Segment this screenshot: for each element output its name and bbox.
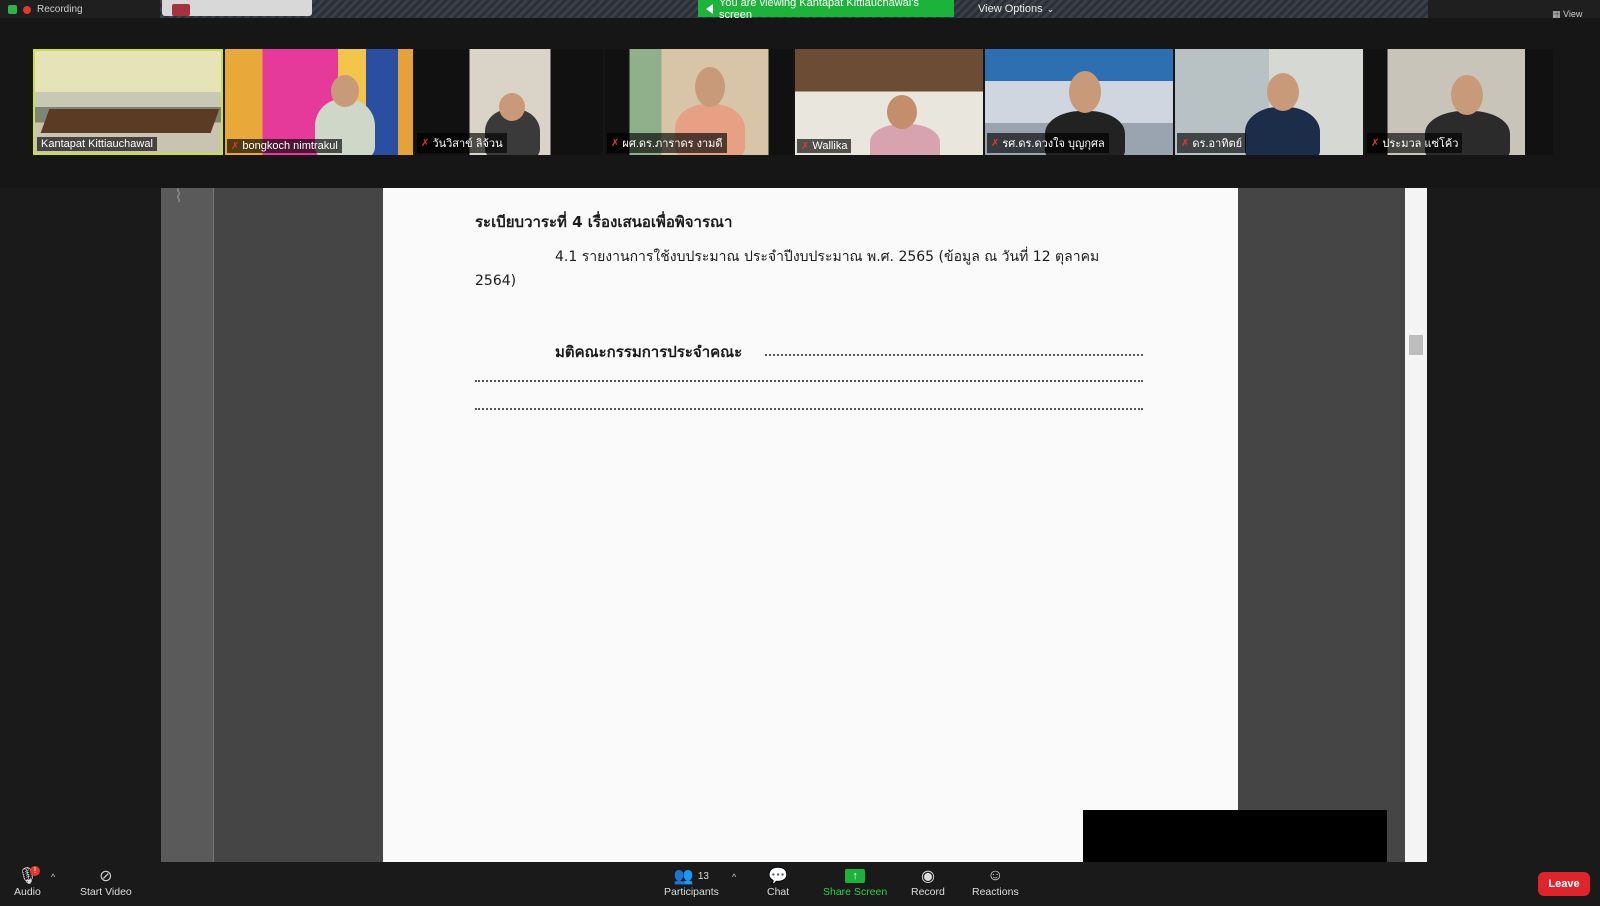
muted-mic-icon: ✗ xyxy=(231,140,240,152)
viewing-screen-banner: You are viewing Kantapat Kittiauchawal's… xyxy=(698,0,954,21)
recording-dot-icon xyxy=(23,5,31,14)
participant-name-label: Kantapat Kittiauchawal xyxy=(37,137,157,151)
participant-name-label: ✗ วันวิสาข์ ลิจ้วน xyxy=(417,133,507,153)
share-screen-label: Share Screen xyxy=(823,886,888,898)
muted-mic-icon: ✗ xyxy=(421,137,430,149)
share-screen-icon: ↑ xyxy=(845,866,866,886)
paperclip-icon[interactable]: ⌇ xyxy=(174,186,183,207)
participant-name-label: ✗ รศ.ดร.ดวงใจ บุญกุศล xyxy=(987,133,1109,153)
chat-button[interactable]: 💬 Chat xyxy=(767,866,789,898)
muted-mic-icon: ✗ xyxy=(991,137,1000,149)
audio-options-caret-icon[interactable]: ^ xyxy=(51,872,55,882)
participant-head xyxy=(695,67,725,107)
pdf-scrollbar-thumb[interactable] xyxy=(1409,335,1423,355)
participant-head xyxy=(887,95,917,129)
participant-name-label: ✗ ประมวล แซ่โค้ว xyxy=(1367,133,1463,153)
security-shield-icon xyxy=(8,5,17,14)
dotted-fill-line xyxy=(475,380,1143,382)
participants-label: Participants xyxy=(664,886,719,898)
participant-head xyxy=(1451,75,1483,115)
record-icon: ◉ xyxy=(920,868,935,885)
dotted-fill-line xyxy=(475,408,1143,410)
leave-button[interactable]: Leave xyxy=(1538,872,1590,896)
participants-options-caret-icon[interactable]: ^ xyxy=(732,872,736,882)
participant-name-label: ✗ bongkoch nimtrakul xyxy=(227,139,342,153)
muted-mic-icon: ✗ xyxy=(1181,137,1190,149)
record-button[interactable]: ◉ Record xyxy=(911,866,945,898)
participant-name-label: ✗ Wallika xyxy=(797,139,852,153)
resolution-label: มติคณะกรรมการประจำคณะ xyxy=(555,343,743,361)
pdf-app-icon xyxy=(172,4,190,16)
meeting-controls-toolbar: 🎙 Audio ! ^ ⊘ Start Video 👥 13 Participan… xyxy=(0,862,1600,906)
participant-head xyxy=(331,75,359,107)
meeting-top-bar: Recording You are viewing Kantapat Kitti… xyxy=(0,0,1600,21)
speaker-icon xyxy=(706,3,713,14)
video-tile-8[interactable]: ✗ ประมวล แซ่โค้ว xyxy=(1365,49,1553,155)
view-options-label: View Options xyxy=(978,3,1043,15)
start-video-button[interactable]: ⊘ Start Video xyxy=(80,866,132,898)
video-tile-4[interactable]: ✗ ผศ.ดร.ภาราดร งามดี xyxy=(605,49,793,155)
document-page: ระเบียบวาระที่ 4 เรื่องเสนอเพื่อพิจารณา … xyxy=(383,188,1238,862)
chat-bubble-icon: 💬 xyxy=(768,868,789,885)
dotted-fill-line xyxy=(765,354,1143,356)
participants-button[interactable]: 👥 13 Participants xyxy=(664,866,719,898)
participant-head xyxy=(499,93,525,121)
meeting-room-table xyxy=(40,109,220,133)
muted-mic-icon: ✗ xyxy=(611,137,620,149)
view-options-button[interactable]: View Options ⌄ xyxy=(978,3,1054,15)
video-tile-7[interactable]: ✗ ดร.อาทิตย์ xyxy=(1175,49,1363,155)
video-tile-5[interactable]: ✗ Wallika xyxy=(795,49,983,155)
participant-name-label: ✗ ผศ.ดร.ภาราดร งามดี xyxy=(607,133,727,153)
redaction-box xyxy=(1083,810,1387,862)
video-tile-3[interactable]: ✗ วันวิสาข์ ลิจ้วน xyxy=(415,49,603,155)
video-off-icon: ⊘ xyxy=(99,868,113,885)
start-video-label: Start Video xyxy=(80,886,132,898)
participants-count: 13 xyxy=(697,870,709,882)
record-label: Record xyxy=(911,886,945,898)
participant-name-label: ✗ ดร.อาทิตย์ xyxy=(1177,133,1247,153)
pdf-scrollbar-track[interactable] xyxy=(1405,188,1427,862)
reactions-label: Reactions xyxy=(972,886,1019,898)
recording-indicator: Recording xyxy=(8,4,83,15)
share-screen-button[interactable]: ↑ Share Screen xyxy=(823,866,887,898)
participant-figure xyxy=(1245,107,1320,155)
video-tile-1[interactable]: Kantapat Kittiauchawal xyxy=(33,49,223,155)
participant-head xyxy=(1069,71,1101,113)
pdf-left-panel xyxy=(161,188,214,862)
muted-mic-icon: ✗ xyxy=(801,140,810,152)
agenda-item-4-1-continued: 2564) xyxy=(475,273,517,289)
recording-label: Recording xyxy=(37,4,83,15)
participants-video-strip: Kantapat Kittiauchawal ✗ bongkoch nimtra… xyxy=(0,18,1600,188)
audio-warning-badge: ! xyxy=(30,866,40,876)
reactions-button[interactable]: ☺ Reactions xyxy=(972,866,1019,898)
video-tile-2[interactable]: ✗ bongkoch nimtrakul xyxy=(225,49,413,155)
participant-head xyxy=(1267,73,1299,111)
shared-window-tab[interactable] xyxy=(162,0,312,16)
participants-icon: 👥 13 xyxy=(673,868,709,885)
chat-label: Chat xyxy=(767,886,790,898)
muted-mic-icon: ✗ xyxy=(1371,137,1380,149)
chevron-down-icon: ⌄ xyxy=(1046,4,1055,14)
agenda-heading: ระเบียบวาระที่ 4 เรื่องเสนอเพื่อพิจารณา xyxy=(475,213,733,231)
agenda-item-4-1: 4.1 รายงานการใช้งบประมาณ ประจำปีงบประมาณ… xyxy=(555,249,1100,265)
audio-label: Audio xyxy=(14,886,41,898)
video-tile-6[interactable]: ✗ รศ.ดร.ดวงใจ บุญกุศล xyxy=(985,49,1173,155)
smiley-plus-icon: ☺ xyxy=(987,867,1004,884)
